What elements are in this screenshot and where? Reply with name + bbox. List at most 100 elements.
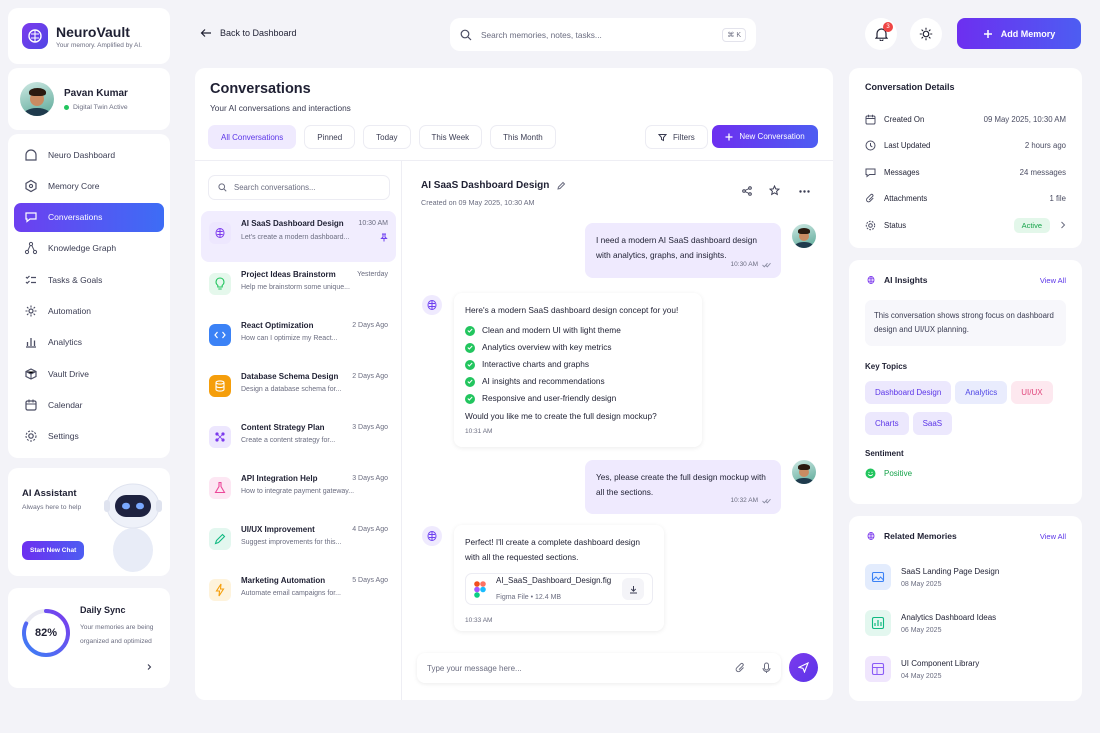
new-conversation-button[interactable]: New Conversation	[712, 125, 818, 148]
sidebar-item-memory-core[interactable]: Memory Core	[14, 171, 164, 200]
message-time: 10:32 AM	[730, 497, 758, 504]
user-avatar	[792, 460, 816, 484]
conversation-item[interactable]: React Optimization 2 Days Ago How can I op…	[201, 313, 396, 364]
brain-icon	[209, 222, 231, 244]
conversation-preview: Create a content strategy for...	[241, 437, 336, 444]
cog-icon	[25, 305, 37, 317]
message-time: 10:31 AM	[465, 428, 493, 435]
start-new-chat-button[interactable]: Start New Chat	[22, 541, 85, 560]
global-search[interactable]: Search memories, notes, tasks... ⌘ K	[450, 18, 756, 51]
search-input[interactable]: Search memories, notes, tasks...	[481, 30, 602, 40]
star-icon[interactable]	[769, 185, 780, 196]
related-memories-card: Related Memories View All SaaS Landing P…	[849, 516, 1082, 701]
pin-icon[interactable]	[380, 233, 388, 242]
sidebar-item-automation[interactable]: Automation	[14, 296, 164, 325]
topic-chip[interactable]: Dashboard Design	[865, 381, 952, 404]
calendar-icon	[865, 114, 876, 125]
send-button[interactable]	[789, 653, 818, 682]
edit-pencil-icon[interactable]	[557, 181, 566, 190]
tab-all-conversations[interactable]: All Conversations	[208, 125, 297, 149]
detail-row-status[interactable]: Status Active	[865, 212, 1066, 239]
conversation-item[interactable]: Marketing Automation 5 Days Ago Automate e…	[201, 568, 396, 619]
conversation-title: React Optimization	[241, 321, 314, 330]
chevron-right-icon[interactable]	[138, 656, 160, 678]
conversation-time: Yesterday	[357, 271, 388, 278]
topic-chip[interactable]: UI/UX	[1011, 381, 1053, 404]
plus-icon	[725, 133, 733, 140]
download-button[interactable]	[622, 578, 644, 600]
key-topics: Dashboard Design Analytics UI/UX Charts SaaS	[865, 381, 1066, 443]
settings-icon	[25, 430, 37, 442]
conversation-item[interactable]: Content Strategy Plan 3 Days Ago Create a …	[201, 415, 396, 466]
profile-card[interactable]: Pavan Kumar Digital Twin Active	[8, 68, 170, 130]
hexagon-icon	[25, 179, 37, 192]
tab-this-week[interactable]: This Week	[418, 125, 483, 149]
conversation-item[interactable]: AI SaaS Dashboard Design 10:30 AM Let's cr…	[201, 211, 396, 262]
new-conversation-label: New Conversation	[739, 132, 805, 141]
share-icon[interactable]	[742, 186, 752, 196]
notifications-button[interactable]: 3	[865, 18, 897, 50]
conversation-title: AI SaaS Dashboard Design	[241, 219, 344, 228]
sidebar-item-knowledge-graph[interactable]: Knowledge Graph	[14, 234, 164, 263]
conversation-item[interactable]: Database Schema Design 2 Days Ago Design a…	[201, 364, 396, 415]
drive-icon	[25, 367, 37, 380]
conversation-search[interactable]: Search conversations...	[208, 175, 390, 200]
avatar[interactable]	[20, 82, 54, 116]
related-memory-item[interactable]: UI Component Library 04 May 2025	[865, 646, 1066, 692]
sidebar-item-conversations[interactable]: Conversations	[14, 202, 164, 232]
brain-logo-icon[interactable]	[22, 23, 48, 49]
code-icon	[209, 324, 231, 346]
topic-chip[interactable]: SaaS	[912, 412, 953, 435]
detail-value: 09 May 2025, 10:30 AM	[983, 114, 1066, 124]
sidebar-item-tasks-goals[interactable]: Tasks & Goals	[14, 265, 164, 294]
memory-date: 04 May 2025	[901, 672, 942, 680]
memory-date: 06 May 2025	[901, 626, 942, 634]
list-item: Interactive charts and graphs	[482, 359, 589, 369]
graph-icon	[24, 242, 38, 255]
sidebar-item-calendar[interactable]: Calendar	[14, 390, 164, 419]
user-name: Pavan Kumar	[64, 87, 128, 99]
related-memory-item[interactable]: SaaS Landing Page Design 08 May 2025	[865, 554, 1066, 600]
filters-button[interactable]: Filters	[645, 125, 708, 149]
insights-view-all-link[interactable]: View All	[1040, 276, 1066, 285]
more-options-icon[interactable]	[799, 190, 810, 193]
message-composer[interactable]: Type your message here...	[417, 653, 781, 683]
microphone-icon[interactable]	[762, 662, 771, 674]
filter-icon	[658, 133, 667, 141]
topic-chip[interactable]: Charts	[865, 412, 909, 435]
tab-today[interactable]: Today	[363, 125, 411, 149]
theme-toggle-button[interactable]	[910, 18, 942, 50]
file-attachment[interactable]: AI_SaaS_Dashboard_Design.fig Figma File …	[465, 573, 653, 605]
message-time: 10:33 AM	[465, 617, 493, 624]
brain-icon	[867, 532, 875, 540]
conversation-item[interactable]: API Integration Help 3 Days Ago How to int…	[201, 466, 396, 517]
conversation-item[interactable]: UI/UX Improvement 4 Days Ago Suggest impro…	[201, 517, 396, 568]
sidebar-item-vault-drive[interactable]: Vault Drive	[14, 359, 164, 388]
sidebar-item-settings[interactable]: Settings	[14, 422, 164, 451]
chevron-right-icon[interactable]	[1060, 221, 1066, 229]
conversation-item[interactable]: Project Ideas Brainstorm Yesterday Help me…	[201, 262, 396, 313]
tab-this-month[interactable]: This Month	[490, 125, 556, 149]
topic-chip[interactable]: Analytics	[955, 381, 1008, 404]
download-icon	[629, 585, 637, 593]
calendar-icon	[25, 399, 37, 411]
message-intro: Here's a modern SaaS dashboard design co…	[465, 305, 679, 315]
chat-icon	[25, 212, 37, 223]
sidebar-item-analytics[interactable]: Analytics	[14, 328, 164, 357]
related-view-all-link[interactable]: View All	[1040, 532, 1066, 541]
status-badge: Active	[1013, 217, 1050, 233]
sync-percent: 82%	[34, 627, 58, 639]
search-icon	[218, 183, 227, 192]
related-memory-item[interactable]: Analytics Dashboard Ideas 06 May 2025	[865, 600, 1066, 646]
related-title: Related Memories	[884, 531, 957, 541]
detail-label: Messages	[884, 167, 920, 177]
sidebar-item-neuro-dashboard[interactable]: Neuro Dashboard	[14, 140, 164, 169]
paperclip-icon[interactable]	[735, 662, 746, 674]
brain-icon	[867, 276, 875, 284]
back-to-dashboard-link[interactable]: Back to Dashboard	[200, 28, 297, 38]
conversation-search-input[interactable]: Search conversations...	[234, 183, 315, 192]
tab-pinned[interactable]: Pinned	[304, 125, 356, 149]
add-memory-button[interactable]: Add Memory	[957, 18, 1081, 49]
message-input[interactable]: Type your message here...	[427, 664, 522, 673]
chat-title: AI SaaS Dashboard Design	[421, 180, 550, 191]
